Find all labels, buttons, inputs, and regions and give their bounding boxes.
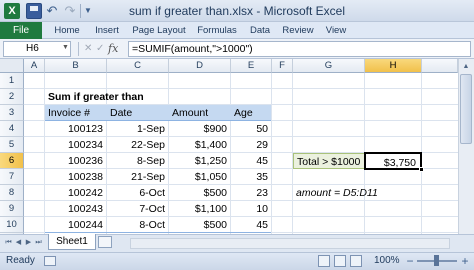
- formula-bar-separator: [78, 42, 79, 56]
- name-box[interactable]: H6: [3, 41, 71, 57]
- amount-cell[interactable]: $1,100: [169, 201, 231, 217]
- sheet-title[interactable]: Sum if greater than: [45, 89, 265, 105]
- status-bar: [0, 252, 474, 270]
- date-cell[interactable]: 7-Oct: [107, 201, 169, 217]
- invoice-cell[interactable]: 100238: [45, 169, 107, 185]
- invoice-cell[interactable]: 100236: [45, 153, 107, 169]
- tab-view[interactable]: View: [321, 22, 351, 39]
- date-cell[interactable]: 1-Sep: [107, 121, 169, 137]
- invoice-cell[interactable]: 100123: [45, 121, 107, 137]
- tab-insert[interactable]: Insert: [90, 22, 124, 39]
- header-date[interactable]: Date: [107, 105, 169, 121]
- qat-separator: [80, 4, 81, 18]
- row-header-1[interactable]: 1: [0, 73, 24, 89]
- row-header-8[interactable]: 8: [0, 185, 24, 201]
- column-header-f[interactable]: F: [272, 59, 293, 73]
- age-cell[interactable]: 10: [231, 201, 272, 217]
- column-header-h[interactable]: H: [365, 59, 422, 73]
- status-text: Ready: [6, 255, 35, 266]
- amount-cell[interactable]: $500: [169, 185, 231, 201]
- first-sheet-icon[interactable]: ⏮: [4, 238, 13, 248]
- scroll-up-icon[interactable]: ▲: [459, 60, 473, 73]
- invoice-cell[interactable]: 100242: [45, 185, 107, 201]
- amount-cell[interactable]: $1,250: [169, 153, 231, 169]
- date-cell[interactable]: 22-Sep: [107, 137, 169, 153]
- invoice-cell[interactable]: 100234: [45, 137, 107, 153]
- row-header-6[interactable]: 6: [0, 153, 24, 169]
- date-cell[interactable]: 8-Oct: [107, 217, 169, 233]
- age-cell[interactable]: 35: [231, 169, 272, 185]
- date-cell[interactable]: 21-Sep: [107, 169, 169, 185]
- amount-cell[interactable]: $1,050: [169, 169, 231, 185]
- age-cell[interactable]: 45: [231, 217, 272, 233]
- column-header-c[interactable]: C: [107, 59, 169, 73]
- named-range-note[interactable]: amount = D5:D11: [293, 185, 433, 201]
- next-sheet-icon[interactable]: ▶: [24, 238, 33, 248]
- tab-formulas[interactable]: Formulas: [193, 22, 241, 39]
- tab-page-layout[interactable]: Page Layout: [130, 22, 188, 39]
- insert-function-icon[interactable]: fx: [108, 41, 126, 57]
- vertical-scroll-thumb[interactable]: [460, 74, 472, 144]
- header-age[interactable]: Age: [231, 105, 272, 121]
- age-cell[interactable]: 23: [231, 185, 272, 201]
- age-cell[interactable]: 29: [231, 137, 272, 153]
- column-header-b[interactable]: B: [45, 59, 107, 73]
- total-label-cell[interactable]: Total > $1000: [293, 153, 365, 169]
- zoom-slider-thumb[interactable]: [434, 255, 439, 266]
- horizontal-scrollbar[interactable]: [130, 238, 450, 249]
- save-icon[interactable]: [26, 3, 42, 19]
- select-all-corner[interactable]: [0, 59, 24, 73]
- age-cell[interactable]: 50: [231, 121, 272, 137]
- page-layout-view-icon[interactable]: [334, 255, 346, 267]
- date-cell[interactable]: 8-Sep: [107, 153, 169, 169]
- enter-icon[interactable]: ✓: [96, 41, 106, 57]
- row-header-4[interactable]: 4: [0, 121, 24, 137]
- column-header-e[interactable]: E: [231, 59, 272, 73]
- amount-cell[interactable]: $900: [169, 121, 231, 137]
- column-header-g[interactable]: G: [293, 59, 365, 73]
- invoice-cell[interactable]: 100244: [45, 217, 107, 233]
- total-value-cell[interactable]: $3,750: [364, 152, 422, 170]
- cancel-icon[interactable]: ✕: [84, 41, 94, 57]
- row-header-10[interactable]: 10: [0, 217, 24, 233]
- last-sheet-icon[interactable]: ⏭: [34, 238, 43, 248]
- undo-icon[interactable]: ↶: [44, 3, 60, 19]
- column-header-a[interactable]: A: [24, 59, 45, 73]
- chevron-down-icon[interactable]: ▼: [62, 44, 70, 54]
- tab-data[interactable]: Data: [245, 22, 275, 39]
- worksheet-grid[interactable]: A B C D E F G H 1 2 3 4 5 6 7 8 9 10 11 …: [0, 59, 458, 234]
- date-cell[interactable]: 6-Oct: [107, 185, 169, 201]
- prev-sheet-icon[interactable]: ◀: [14, 238, 23, 248]
- row-header-3[interactable]: 3: [0, 105, 24, 121]
- header-amount[interactable]: Amount: [169, 105, 231, 121]
- fill-handle[interactable]: [419, 167, 424, 172]
- zoom-level[interactable]: 100%: [374, 252, 400, 270]
- row-header-7[interactable]: 7: [0, 169, 24, 185]
- zoom-in-icon[interactable]: +: [460, 254, 470, 268]
- macro-record-icon[interactable]: [44, 256, 56, 266]
- normal-view-icon[interactable]: [318, 255, 330, 267]
- zoom-out-icon[interactable]: −: [405, 254, 415, 268]
- amount-cell[interactable]: $500: [169, 217, 231, 233]
- excel-app-icon[interactable]: X: [4, 3, 20, 19]
- amount-cell[interactable]: $1,400: [169, 137, 231, 153]
- tab-home[interactable]: Home: [50, 22, 84, 39]
- row-header-5[interactable]: 5: [0, 137, 24, 153]
- formula-input[interactable]: =SUMIF(amount,">1000"): [128, 41, 471, 57]
- sheet-tab-sheet1[interactable]: Sheet1: [48, 234, 96, 250]
- header-invoice[interactable]: Invoice #: [45, 105, 107, 121]
- column-header-blank[interactable]: [422, 59, 458, 73]
- row-header-2[interactable]: 2: [0, 89, 24, 105]
- invoice-cell[interactable]: 100243: [45, 201, 107, 217]
- tab-file[interactable]: File: [0, 22, 42, 39]
- age-cell[interactable]: 45: [231, 153, 272, 169]
- page-break-view-icon[interactable]: [350, 255, 362, 267]
- column-header-d[interactable]: D: [169, 59, 231, 73]
- customize-qat-icon[interactable]: ▼: [84, 3, 94, 19]
- redo-icon[interactable]: ↷: [62, 3, 78, 19]
- tab-review[interactable]: Review: [278, 22, 318, 39]
- insert-sheet-icon[interactable]: [98, 236, 112, 248]
- row-header-9[interactable]: 9: [0, 201, 24, 217]
